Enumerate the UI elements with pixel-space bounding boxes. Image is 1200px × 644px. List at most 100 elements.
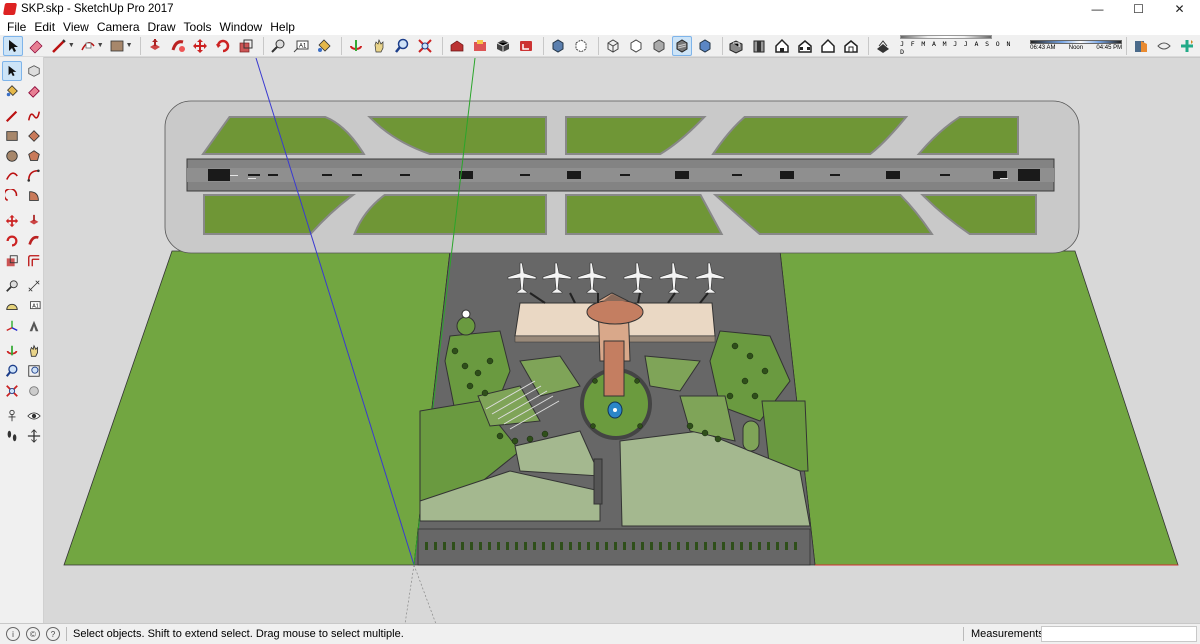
zoom-extents-tool-button[interactable] [415,36,435,56]
drawing-viewport[interactable] [44,57,1200,623]
minimize-button[interactable]: — [1077,0,1118,18]
menu-view[interactable]: View [59,20,93,34]
follow-me-tool-button[interactable] [168,36,188,56]
shadow-time-slider[interactable] [1030,40,1123,44]
left-zoom-button[interactable] [2,361,22,381]
left-freehand-button[interactable] [24,106,44,126]
close-button[interactable]: ✕ [1159,0,1200,18]
text-tool-button[interactable]: A1 [291,36,311,56]
menu-camera[interactable]: Camera [93,20,144,34]
menu-draw[interactable]: Draw [144,20,180,34]
shadows-toggle-button[interactable] [873,36,893,56]
left-scale-button[interactable] [2,251,22,271]
line-tool-button[interactable] [49,36,69,56]
xray-style-button[interactable] [548,36,568,56]
push-pull-tool-button[interactable] [145,36,165,56]
left-3d-text-button[interactable] [24,316,44,336]
left-arc-button[interactable] [2,166,22,186]
front-view-button[interactable] [772,36,792,56]
measurements-input[interactable] [1041,626,1197,642]
left-move-button[interactable] [2,211,22,231]
monochrome-style-button[interactable] [695,36,715,56]
left-view-button[interactable] [841,36,861,56]
rectangle-tool-button[interactable] [107,36,127,56]
arc-tool-button[interactable] [78,36,98,56]
geo-location-button[interactable] [1177,36,1197,56]
left-dimension-button[interactable] [24,276,44,296]
section-display-button[interactable] [1154,36,1174,56]
menu-help[interactable]: Help [266,20,299,34]
shaded-style-button[interactable] [649,36,669,56]
shape-dropdown-icon[interactable]: ▼ [126,42,133,49]
left-zoom-window-button[interactable] [24,361,44,381]
menu-window[interactable]: Window [216,20,267,34]
left-select-button[interactable] [2,61,22,81]
left-position-camera-button[interactable] [2,406,22,426]
left-push-pull-button[interactable] [24,211,44,231]
top-view-button[interactable] [749,36,769,56]
line-icon [51,38,66,53]
shadow-time-end: 04:45 PM [1096,45,1123,51]
wireframe-style-button[interactable] [603,36,623,56]
select-tool-button[interactable] [3,35,23,56]
left-polygon-button[interactable] [24,146,44,166]
left-line-button[interactable] [2,106,22,126]
left-offset-button[interactable] [24,251,44,271]
left-paint-button[interactable] [2,81,22,101]
left-circle-button[interactable] [2,146,22,166]
left-three-point-arc-button[interactable] [2,186,22,206]
left-section-plane-button[interactable] [24,426,44,446]
zoom-tool-button[interactable] [392,36,412,56]
warehouse-button[interactable] [447,36,467,56]
left-zoom-extents-button[interactable] [2,381,22,401]
shaded-textures-style-button[interactable] [671,35,692,56]
back-edges-style-button[interactable] [571,36,591,56]
line-dropdown-icon[interactable]: ▼ [68,42,75,49]
rotate-tool-button[interactable] [213,36,233,56]
geo-location-status-icon[interactable]: i [6,627,20,641]
back-view-button[interactable] [818,36,838,56]
section-plane-button[interactable] [1131,36,1151,56]
help-status-icon[interactable]: ? [46,627,60,641]
eraser-tool-button[interactable] [26,36,46,56]
extension-warehouse-button[interactable] [470,36,490,56]
menu-edit[interactable]: Edit [30,20,59,34]
hidden-line-style-button[interactable] [626,36,646,56]
left-two-point-arc-button[interactable] [24,166,44,186]
left-eraser-button[interactable] [24,81,44,101]
pan-tool-button[interactable] [369,36,389,56]
orbit-tool-button[interactable] [346,36,366,56]
left-text-button[interactable]: A1 [24,296,44,316]
status-separator [66,627,67,641]
layout-button[interactable] [516,36,536,56]
left-axes-button[interactable] [2,316,22,336]
left-make-component-button[interactable] [24,61,44,81]
menu-tools[interactable]: Tools [180,20,216,34]
right-view-button[interactable] [795,36,815,56]
left-orbit-button[interactable] [2,341,22,361]
left-previous-view-button[interactable] [24,381,44,401]
left-follow-me-button[interactable] [24,231,44,251]
components-button[interactable] [493,36,513,56]
tape-measure-tool-button[interactable] [268,36,288,56]
move-tool-button[interactable] [190,36,210,56]
iso-view-button[interactable] [727,36,747,56]
left-tape-measure-button[interactable] [2,276,22,296]
arc-dropdown-icon[interactable]: ▼ [97,42,104,49]
left-pan-button[interactable] [24,341,44,361]
scale-tool-button[interactable] [236,36,256,56]
left-look-around-button[interactable] [24,406,44,426]
maximize-button[interactable]: ☐ [1118,0,1159,18]
paint-bucket-tool-button[interactable] [314,36,334,56]
left-pie-button[interactable] [24,186,44,206]
left-protractor-button[interactable] [2,296,22,316]
credits-status-icon[interactable]: © [26,627,40,641]
left-rotate-button[interactable] [2,231,22,251]
title-bar: SKP.skp - SketchUp Pro 2017 — ☐ ✕ [0,0,1200,18]
protractor-icon [6,303,18,310]
shadow-date-slider[interactable] [900,35,993,39]
menu-file[interactable]: File [3,20,30,34]
left-walk-button[interactable] [2,426,22,446]
left-rotated-rectangle-button[interactable] [24,126,44,146]
left-rectangle-button[interactable] [2,126,22,146]
